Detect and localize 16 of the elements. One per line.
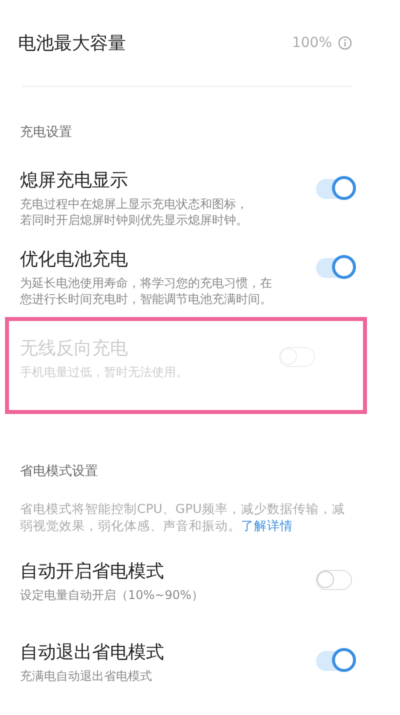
- setting-title: 电池最大容量: [18, 32, 126, 55]
- capacity-value: 100%: [292, 35, 332, 51]
- section-description: 省电模式将智能控制CPU、GPU频率，减少数据传输，减弱视觉效果，弱化体感、声音和振动。了解详情: [19, 500, 346, 535]
- info-icon[interactable]: [338, 36, 352, 50]
- setting-description: 设定电量自动开启（10%~90%）: [20, 587, 204, 603]
- setting-title: 自动退出省电模式: [20, 641, 165, 665]
- section-header: 充电设置: [19, 124, 73, 142]
- setting-description: 为延长电池使用寿命，将学习您的充电习惯，在您进行长时间充电时，智能调节电池充满时间。: [20, 275, 273, 307]
- setting-title: 熄屏充电显示: [20, 169, 129, 193]
- setting-description: 充满电自动退出省电模式: [20, 668, 153, 684]
- section-header: 省电模式设置: [19, 463, 99, 481]
- setting-description: 充电过程中在熄屏上显示充电状态和图标，若同时开启熄屏时钟则优先显示熄屏时钟。: [20, 196, 249, 228]
- setting-title: 优化电池充电: [20, 248, 129, 272]
- learn-more-link[interactable]: 了解详情: [241, 518, 293, 533]
- toggle-switch[interactable]: [316, 570, 352, 590]
- setting-title: 自动开启省电模式: [20, 560, 165, 584]
